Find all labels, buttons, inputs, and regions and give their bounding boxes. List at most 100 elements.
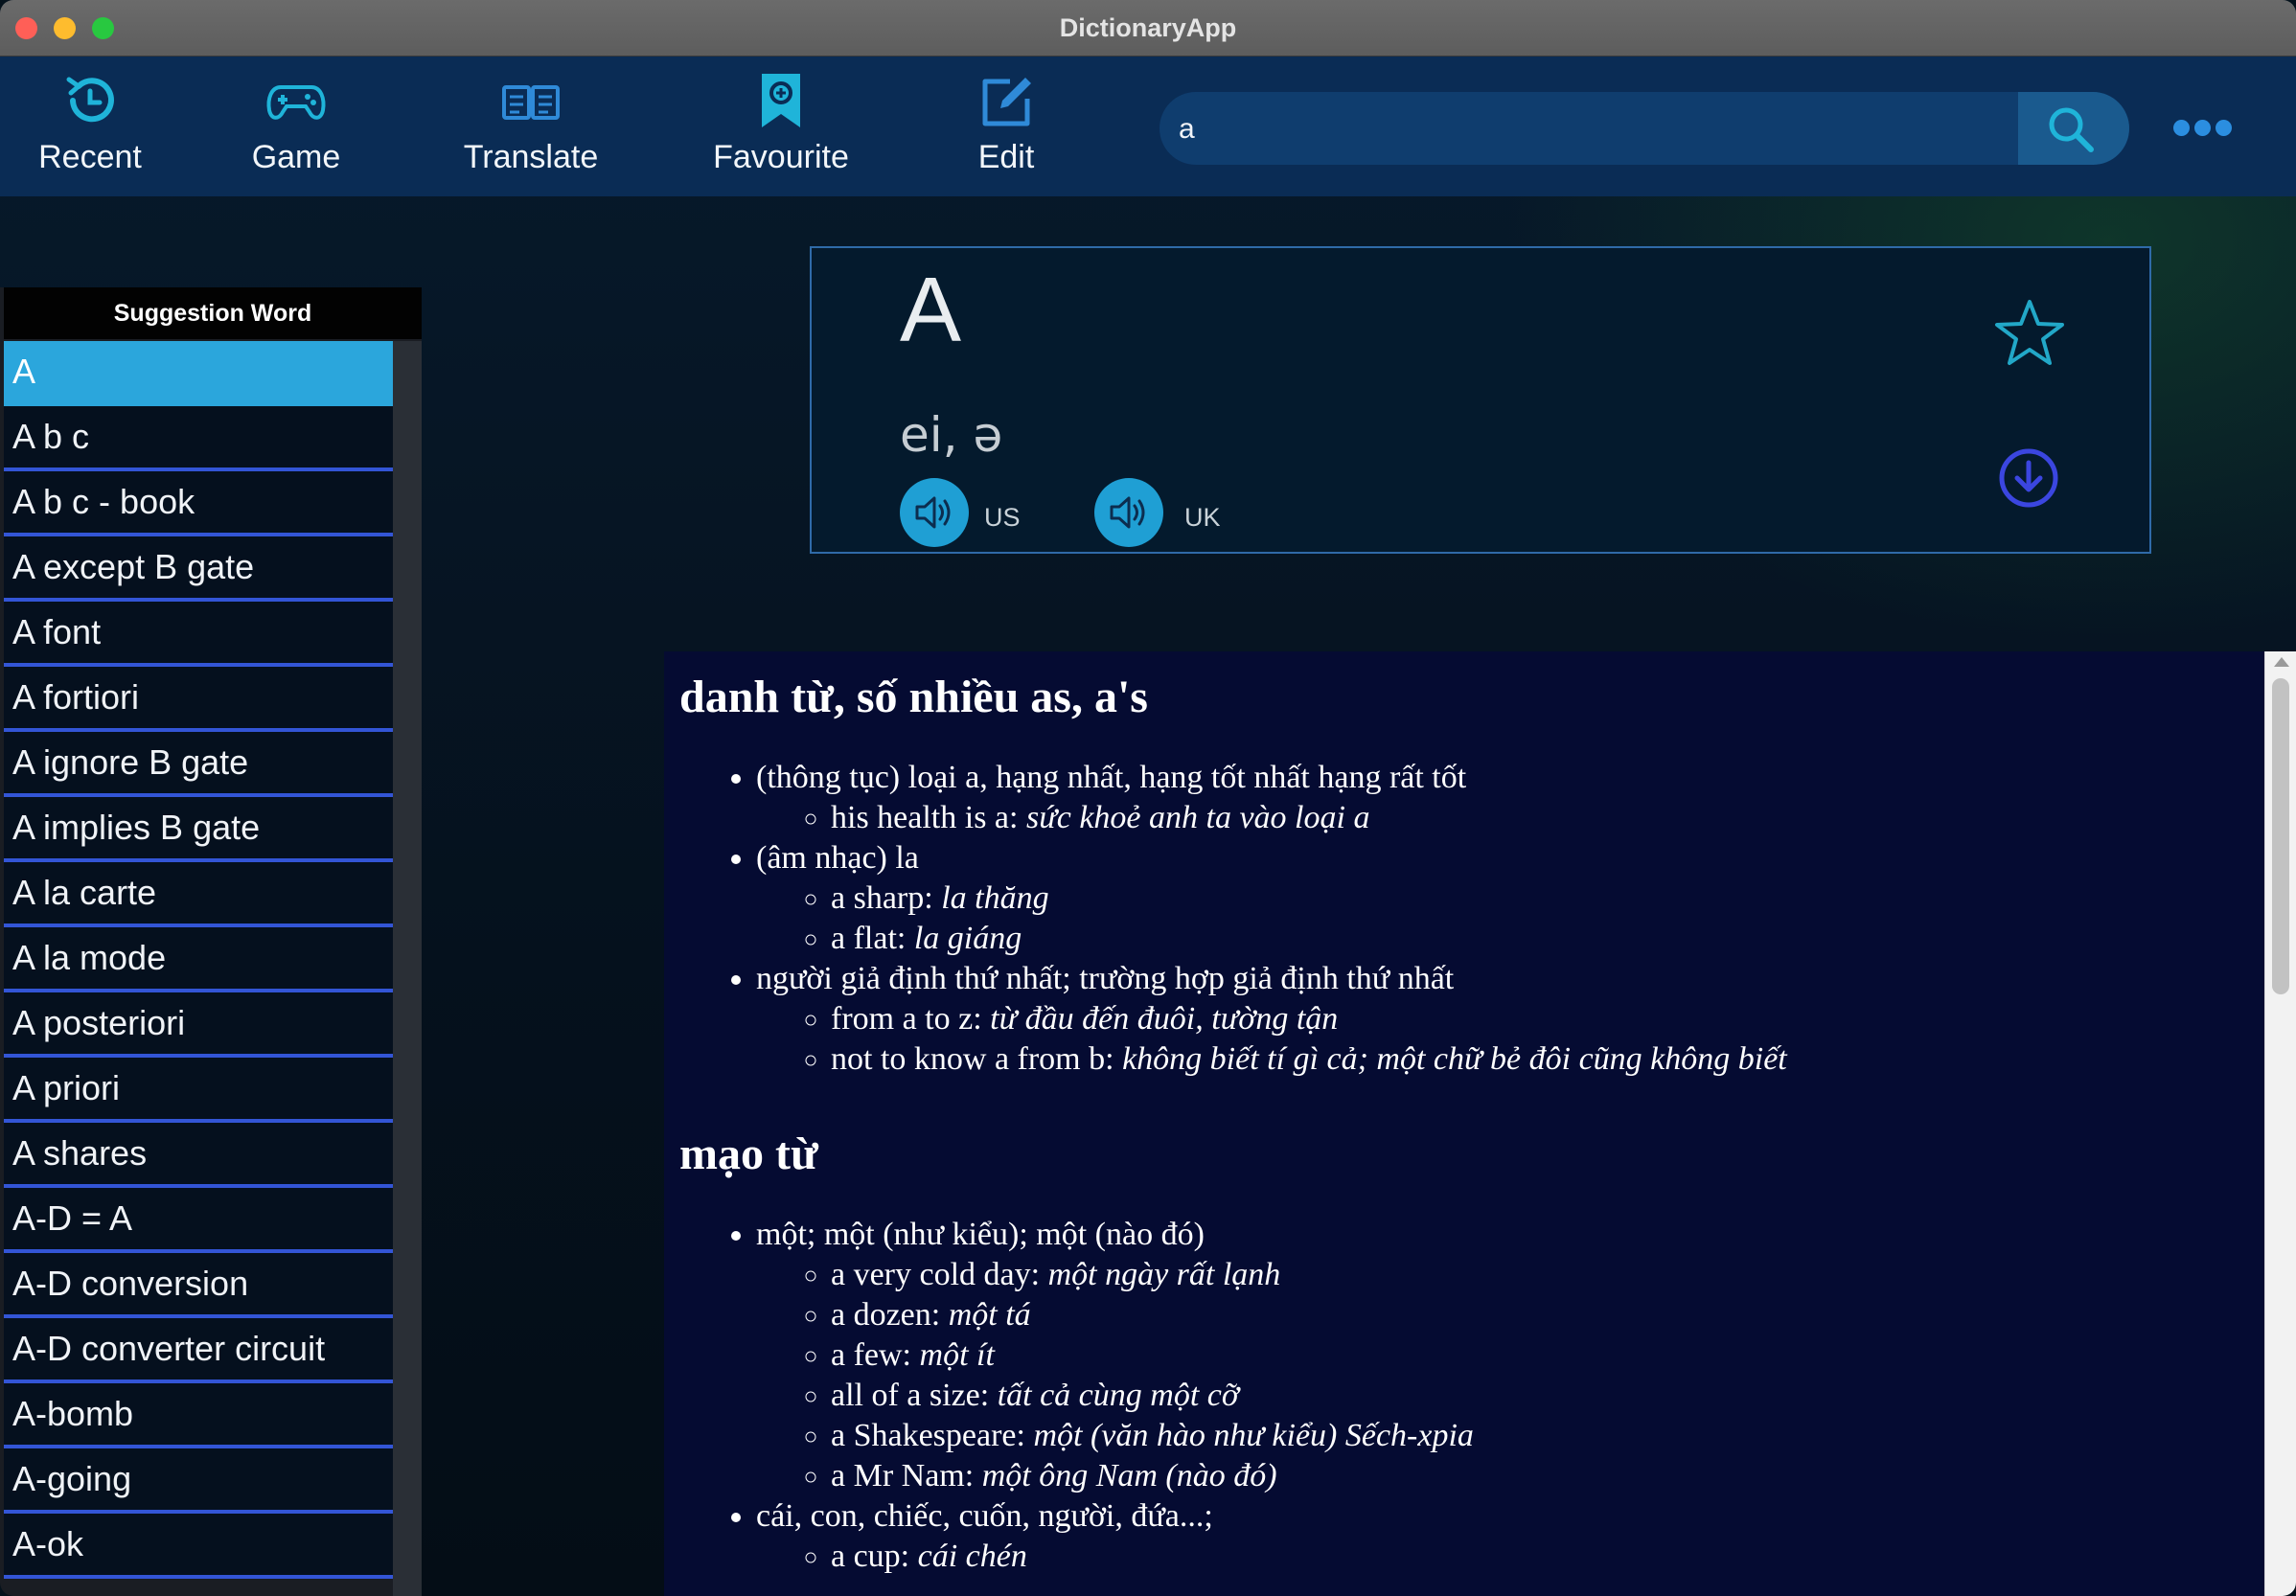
clock-history-icon: [66, 77, 114, 123]
star-icon[interactable]: [1993, 298, 2066, 367]
example-vi: tất cả cùng một cỡ: [997, 1378, 1240, 1413]
favourite-label: Favourite: [713, 139, 849, 175]
us-label: US: [984, 503, 1021, 532]
suggestion-item[interactable]: A-going: [4, 1448, 393, 1514]
example-item: a Shakespeare: một (văn hào như kiểu) Sế…: [831, 1416, 2249, 1456]
gamepad-icon: [266, 85, 326, 120]
example-vi: một tá: [948, 1297, 1031, 1333]
suggestion-item[interactable]: A-bomb: [4, 1383, 393, 1448]
example-item: a Mr Nam: một ông Nam (nào đó): [831, 1456, 2249, 1496]
us-pronounce-button[interactable]: [900, 478, 969, 547]
edit-button[interactable]: Edit: [920, 70, 1092, 176]
title-bar: DictionaryApp: [0, 0, 2296, 57]
more-dots-icon[interactable]: [2173, 116, 2235, 139]
speaker-icon: [1110, 496, 1145, 529]
scroll-up-arrow-icon[interactable]: [2274, 657, 2289, 667]
uk-pronounce-button[interactable]: [1094, 478, 1163, 547]
favourite-button[interactable]: Favourite: [695, 70, 867, 176]
definition-scrollbar[interactable]: [2264, 651, 2296, 1596]
example-en: his health is a:: [831, 800, 1019, 835]
example-en: a dozen:: [831, 1297, 941, 1333]
sidebar-title: Suggestion Word: [4, 287, 422, 339]
suggestion-list: A A b c A b c - book A except B gate A f…: [4, 341, 393, 1596]
bookmark-icon: [762, 74, 800, 127]
suggestion-item[interactable]: A except B gate: [4, 536, 393, 602]
game-button[interactable]: Game: [210, 70, 382, 176]
example-en: a Shakespeare:: [831, 1418, 1025, 1453]
example-vi: một ít: [919, 1337, 995, 1373]
recent-button[interactable]: Recent: [4, 70, 176, 176]
suggestion-item[interactable]: A la mode: [4, 927, 393, 992]
suggestion-item[interactable]: A-D conversion: [4, 1253, 393, 1318]
example-item: all of a size: tất cả cùng một cỡ: [831, 1376, 2249, 1416]
suggestion-item[interactable]: A priori: [4, 1058, 393, 1123]
example-item: not to know a from b: không biết tí gì c…: [831, 1039, 2249, 1080]
sense-text: cái, con, chiếc, cuốn, người, đứa...;: [756, 1498, 1213, 1534]
example-en: a flat:: [831, 921, 907, 956]
sense-item: (thông tục) loại a, hạng nhất, hạng tốt …: [756, 758, 2249, 838]
scroll-thumb[interactable]: [2272, 678, 2289, 994]
section-heading: danh từ, số nhiều as, a's: [679, 672, 1148, 722]
example-vi: cái chén: [917, 1539, 1027, 1574]
sense-item: một; một (như kiểu); một (nào đó) a very…: [756, 1215, 2249, 1496]
example-vi: một (văn hào như kiểu) Sếch-xpia: [1033, 1418, 1474, 1453]
example-item: a few: một ít: [831, 1335, 2249, 1376]
edit-label: Edit: [977, 139, 1035, 175]
sense-list: một; một (như kiểu); một (nào đó) a very…: [679, 1215, 2249, 1577]
window-title: DictionaryApp: [1059, 13, 1237, 42]
example-vi: la thăng: [941, 880, 1049, 916]
example-en: from a to z:: [831, 1001, 982, 1037]
example-vi: một ngày rất lạnh: [1047, 1257, 1281, 1292]
example-en: not to know a from b:: [831, 1041, 1114, 1077]
example-en: a few:: [831, 1337, 912, 1373]
example-item: from a to z: từ đầu đến đuôi, tường tận: [831, 999, 2249, 1039]
translate-icon: [502, 85, 560, 120]
phonetic: ei, ə: [900, 407, 1003, 463]
toolbar: Recent Game Translate Favourite Edit a: [0, 57, 2296, 196]
suggestion-item[interactable]: A b c: [4, 406, 393, 471]
example-en: all of a size:: [831, 1378, 990, 1413]
example-vi: không biết tí gì cả; một chữ bẻ đôi cũng…: [1122, 1041, 1787, 1077]
example-en: a very cold day:: [831, 1257, 1041, 1292]
example-vi: một ông Nam (nào đó): [981, 1458, 1277, 1493]
example-item: a flat: la giáng: [831, 919, 2249, 959]
suggestion-item[interactable]: A: [4, 341, 393, 406]
example-vi: sức khoẻ anh ta vào loại a: [1025, 800, 1370, 835]
suggestion-item[interactable]: A-ok: [4, 1514, 393, 1579]
sense-item: người giả định thứ nhất; trường hợp giả …: [756, 959, 2249, 1080]
example-item: a sharp: la thăng: [831, 878, 2249, 919]
suggestion-item[interactable]: A posteriori: [4, 992, 393, 1058]
suggestion-item[interactable]: A-D converter circuit: [4, 1318, 393, 1383]
suggestion-item[interactable]: A fortiori: [4, 667, 393, 732]
sense-item: cái, con, chiếc, cuốn, người, đứa...; a …: [756, 1496, 2249, 1577]
suggestion-item[interactable]: A b c - book: [4, 471, 393, 536]
suggestion-item[interactable]: A-D = A: [4, 1188, 393, 1253]
translate-button[interactable]: Translate: [445, 70, 617, 176]
suggestion-item[interactable]: A shares: [4, 1123, 393, 1188]
example-vi: từ đầu đến đuôi, tường tận: [990, 1001, 1339, 1037]
uk-label: UK: [1184, 503, 1221, 532]
suggestion-item[interactable]: A implies B gate: [4, 797, 393, 862]
suggestion-item[interactable]: A font: [4, 602, 393, 667]
suggestion-sidebar: Suggestion Word A A b c A b c - book A e…: [0, 287, 422, 1596]
definition-pane: danh từ, số nhiều as, a's (thông tục) lo…: [664, 651, 2264, 1596]
example-en: a sharp:: [831, 880, 933, 916]
suggestion-item[interactable]: A ignore B gate: [4, 732, 393, 797]
game-label: Game: [251, 139, 341, 175]
suggestion-item[interactable]: A la carte: [4, 862, 393, 927]
search-input[interactable]: a: [1179, 113, 1195, 146]
headword: A: [900, 259, 962, 361]
sense-list: (thông tục) loại a, hạng nhất, hạng tốt …: [679, 758, 2249, 1080]
sense-item: (âm nhạc) la a sharp: la thăng a flat: l…: [756, 838, 2249, 959]
example-item: his health is a: sức khoẻ anh ta vào loạ…: [831, 798, 2249, 838]
example-item: a dozen: một tá: [831, 1295, 2249, 1335]
section-heading: mạo từ: [679, 1129, 818, 1179]
search-button[interactable]: [2018, 92, 2129, 165]
app-window: DictionaryApp Recent Game Translate Favo…: [0, 0, 2296, 1596]
recent-label: Recent: [38, 139, 142, 175]
search-icon: [2049, 107, 2094, 152]
download-icon[interactable]: [1998, 447, 2059, 509]
sidebar-scrollbar[interactable]: [393, 341, 422, 1596]
search-bar: a: [1159, 92, 2129, 165]
speaker-icon: [915, 496, 951, 529]
